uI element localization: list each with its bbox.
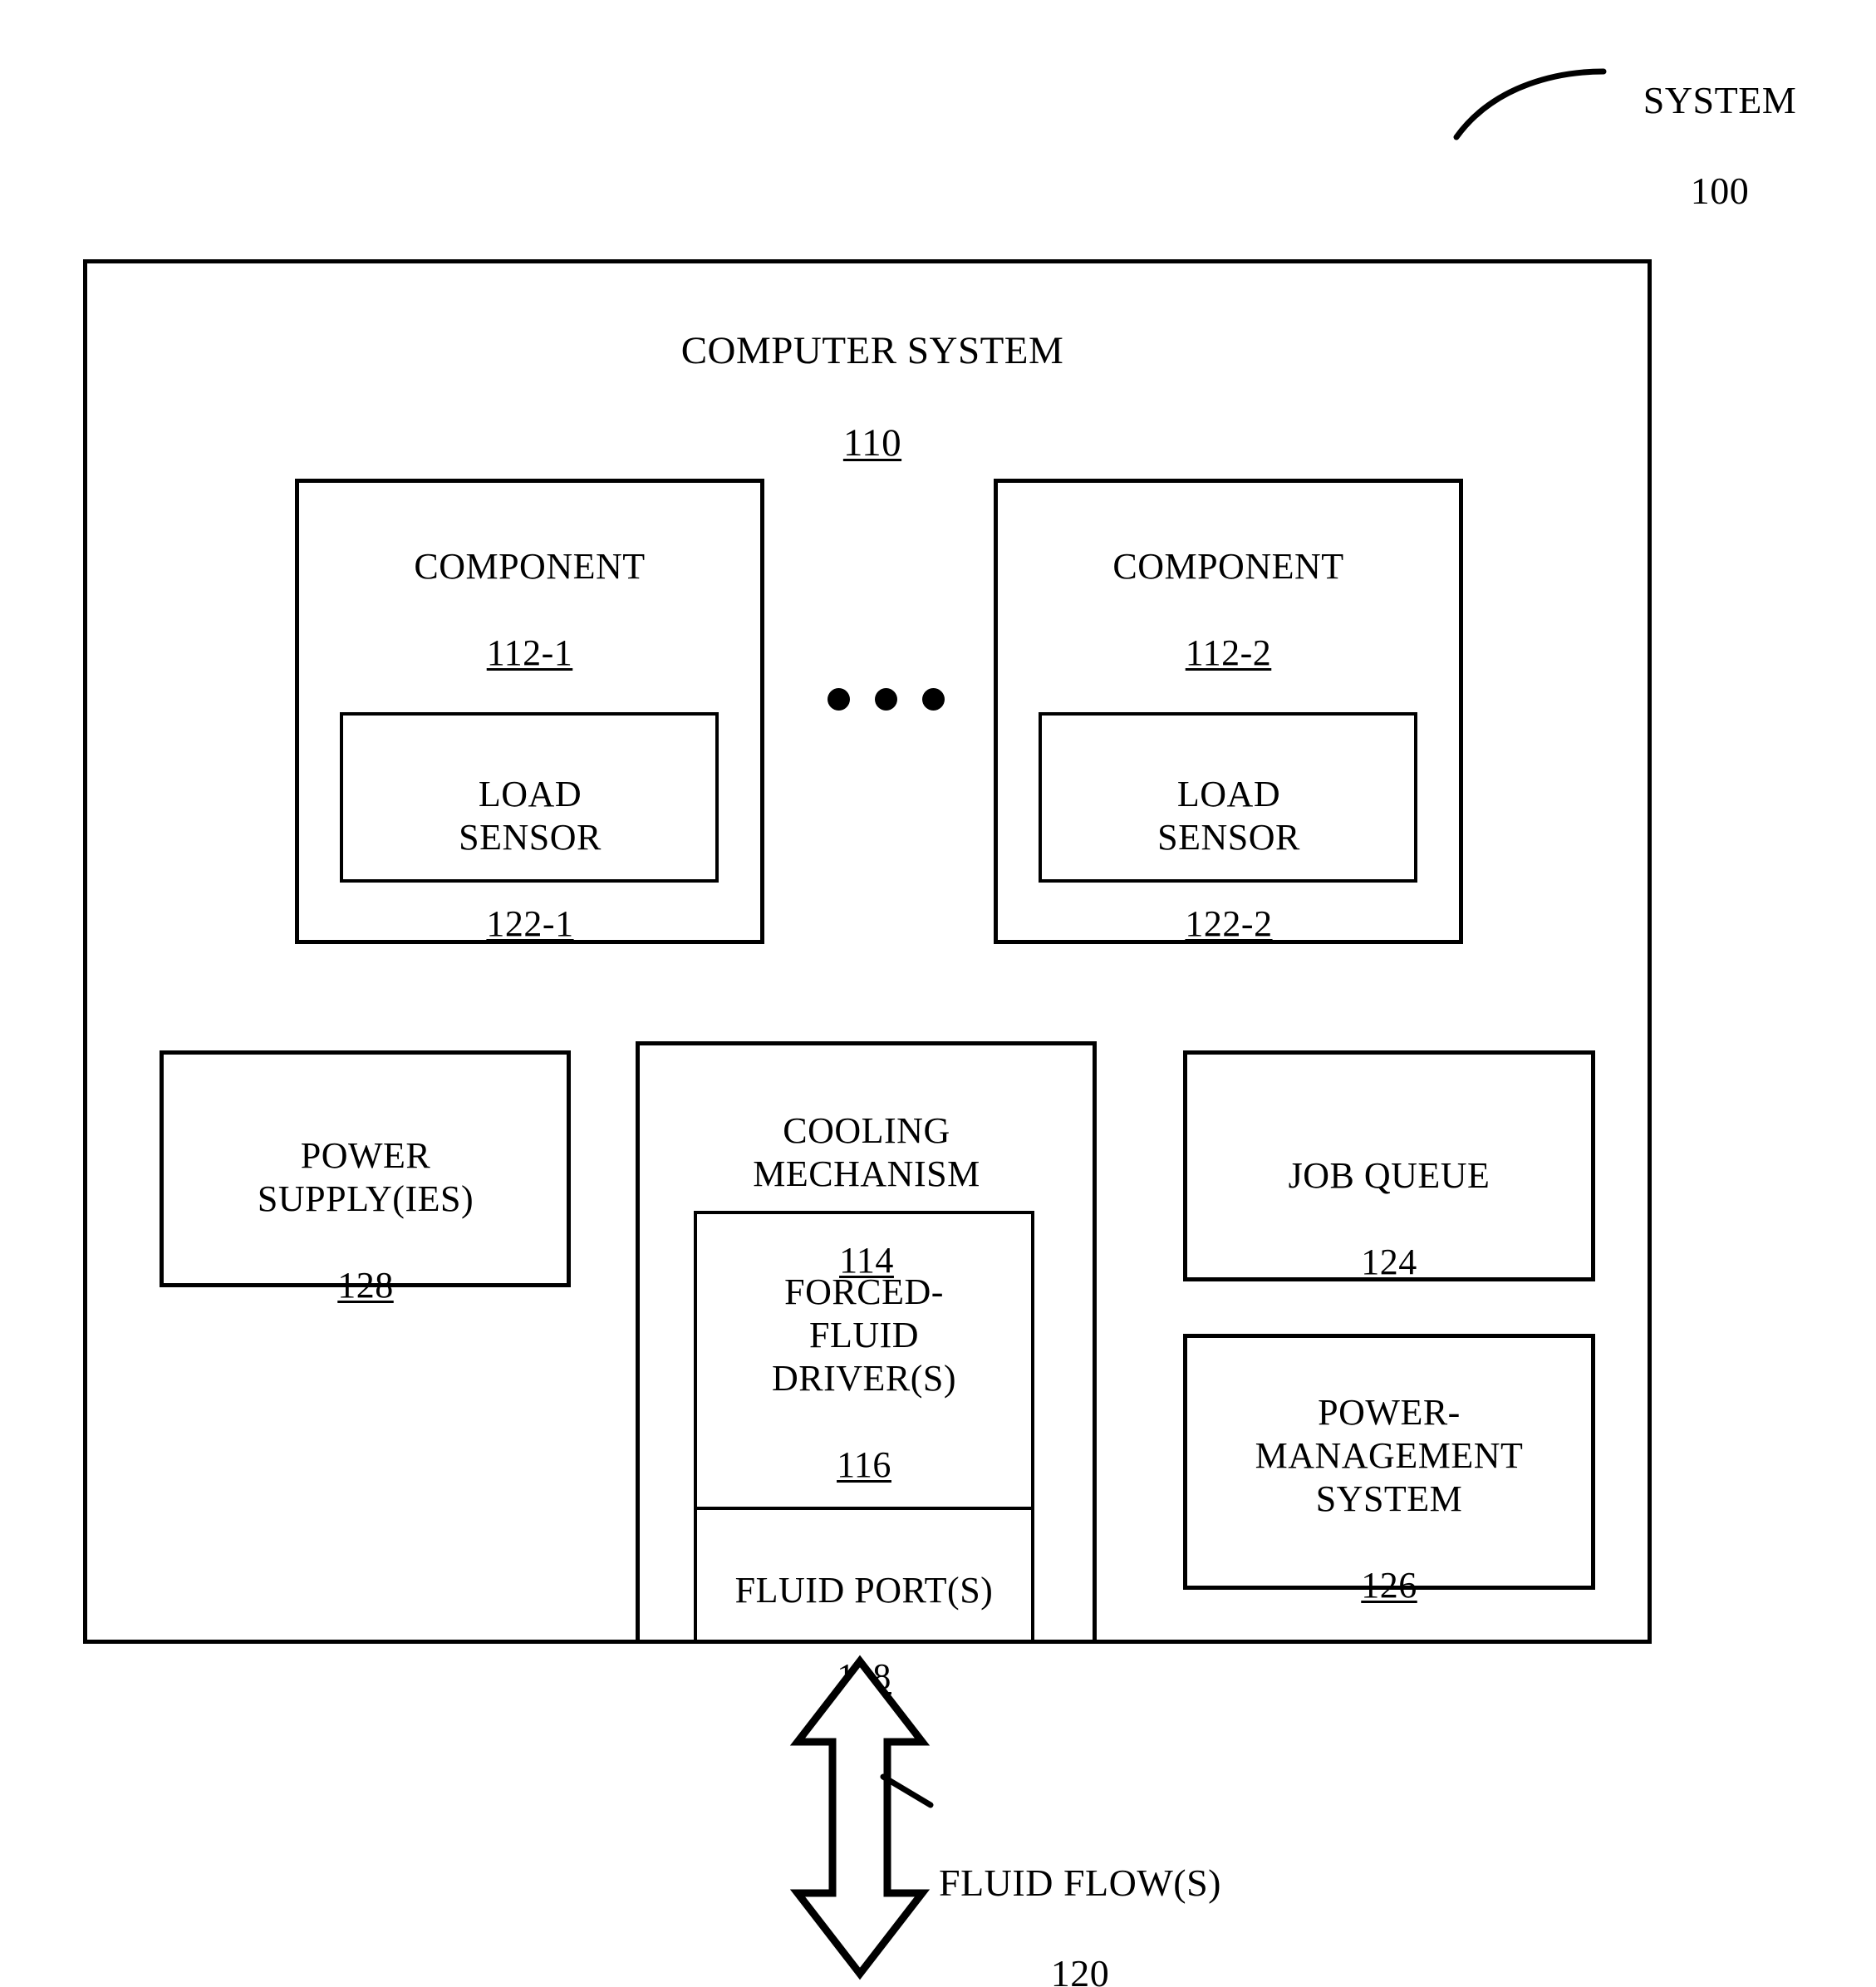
figure-canvas: SYSTEM 100 COMPUTER SYSTEM 110 COMPONENT… — [0, 0, 1876, 1987]
ellipsis-dot — [922, 688, 945, 711]
fluid-port-118-label: FLUID PORT(S) — [734, 1569, 994, 1611]
forced-fluid-driver-116-ref: 116 — [837, 1444, 891, 1485]
callout-system-ref: 100 — [1690, 169, 1750, 212]
load-sensor-122-2-ref: 122-2 — [1185, 903, 1273, 944]
job-queue-124-title: JOB QUEUE 124 — [1193, 1111, 1585, 1327]
component-112-2-title: COMPONENT 112-2 — [1006, 502, 1451, 718]
fluid-flow-120-ref: 120 — [1050, 1951, 1110, 1987]
component-112-1-title: COMPONENT 112-1 — [307, 502, 752, 718]
power-supply-128-title: POWER SUPPLY(IES) 128 — [170, 1091, 561, 1350]
power-management-126-label: POWER- MANAGEMENT SYSTEM — [1255, 1391, 1524, 1519]
fluid-flow-120-leader-line — [880, 1773, 934, 1808]
fluid-flow-120-label: FLUID FLOW(S) — [939, 1862, 1221, 1905]
computer-system-label: COMPUTER SYSTEM — [680, 329, 1064, 373]
computer-system-ref: 110 — [842, 421, 902, 465]
cooling-mechanism-114-label: COOLING MECHANISM — [753, 1109, 980, 1194]
callout-system-100: SYSTEM 100 — [1603, 33, 1836, 258]
forced-fluid-driver-116-label: FORCED- FLUID DRIVER(S) — [771, 1271, 957, 1399]
load-sensor-122-2-label: LOAD SENSOR — [1157, 773, 1300, 858]
job-queue-124-ref: 124 — [1361, 1241, 1417, 1282]
component-112-2-ref: 112-2 — [1185, 632, 1272, 673]
fluid-flow-120-callout: FLUID FLOW(S) 120 — [889, 1816, 1271, 1987]
fluid-port-118-title: FLUID PORT(S) 118 — [696, 1526, 1032, 1742]
forced-fluid-driver-116-title: FORCED- FLUID DRIVER(S) 116 — [702, 1227, 1026, 1529]
load-sensor-122-2-title: LOAD SENSOR 122-2 — [1048, 730, 1410, 988]
component-112-1-label: COMPONENT — [414, 545, 646, 587]
load-sensor-122-1-title: LOAD SENSOR 122-1 — [349, 730, 711, 988]
ellipsis-dot — [828, 688, 850, 711]
callout-system-label: SYSTEM — [1643, 79, 1797, 122]
fluid-port-118-ref: 118 — [837, 1655, 891, 1697]
component-112-2-label: COMPONENT — [1112, 545, 1344, 587]
component-ellipsis — [828, 688, 945, 711]
power-management-126-ref: 126 — [1361, 1564, 1417, 1606]
load-sensor-122-1-label: LOAD SENSOR — [459, 773, 602, 858]
load-sensor-122-1-ref: 122-1 — [486, 903, 574, 944]
component-112-1-ref: 112-1 — [486, 632, 573, 673]
power-management-126-title: POWER- MANAGEMENT SYSTEM 126 — [1193, 1348, 1585, 1650]
power-supply-128-label: POWER SUPPLY(IES) — [257, 1134, 474, 1219]
job-queue-124-label: JOB QUEUE — [1288, 1154, 1490, 1196]
power-supply-128-ref: 128 — [337, 1264, 394, 1306]
system-100-leader-line — [1453, 68, 1607, 140]
ellipsis-dot — [875, 688, 897, 711]
